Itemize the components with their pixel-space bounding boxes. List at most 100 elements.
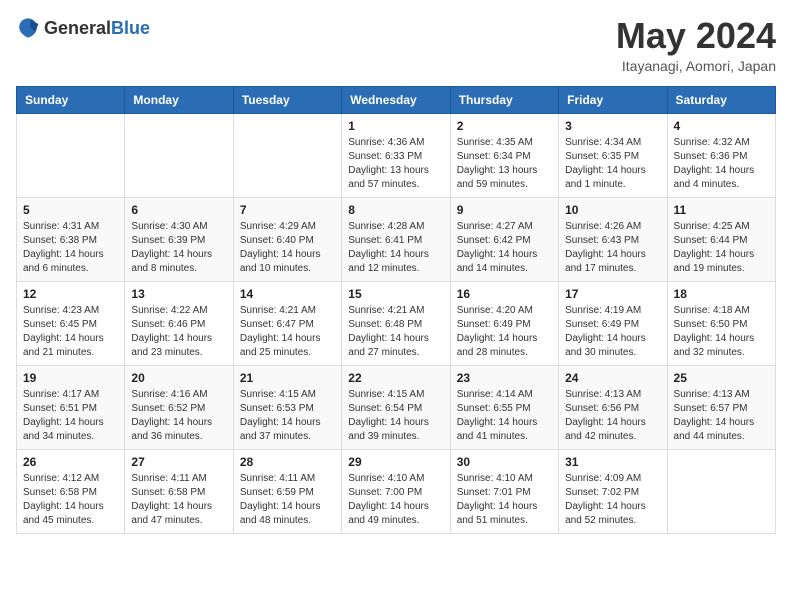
calendar-cell: 30 Sunrise: 4:10 AM Sunset: 7:01 PM Dayli… [450,449,558,533]
calendar-week-row: 1 Sunrise: 4:36 AM Sunset: 6:33 PM Daylig… [17,113,776,197]
day-info: Sunrise: 4:18 AM Sunset: 6:50 PM Dayligh… [674,304,769,360]
calendar-cell: 17 Sunrise: 4:19 AM Sunset: 6:49 PM Dayli… [559,281,667,365]
calendar-cell: 19Sunrise: 4:17 AM Sunset: 6:51 PM Dayli… [17,365,125,449]
calendar-cell: 2Sunrise: 4:35 AM Sunset: 6:34 PM Daylig… [450,113,558,197]
calendar-week-row: 12Sunrise: 4:23 AM Sunset: 6:45 PM Dayli… [17,281,776,365]
day-number: 13 [131,287,226,301]
logo-text-general: General [44,18,111,38]
day-info: Sunrise: 4:32 AM Sunset: 6:36 PM Dayligh… [674,136,769,192]
day-number: 2 [457,119,552,133]
day-number: 7 [240,203,335,217]
calendar-cell: 22Sunrise: 4:15 AM Sunset: 6:54 PM Dayli… [342,365,450,449]
day-info: Sunrise: 4:12 AM Sunset: 6:58 PM Dayligh… [23,472,118,528]
calendar-week-row: 5 Sunrise: 4:31 AM Sunset: 6:38 PM Daylig… [17,197,776,281]
day-info: Sunrise: 4:31 AM Sunset: 6:38 PM Dayligh… [23,220,118,276]
day-info: Sunrise: 4:10 AM Sunset: 7:01 PM Dayligh… [457,472,552,528]
logo: GeneralBlue [16,16,150,40]
day-number: 5 [23,203,118,217]
day-number: 29 [348,455,443,469]
day-number: 9 [457,203,552,217]
day-info: Sunrise: 4:13 AM Sunset: 6:57 PM Dayligh… [674,388,769,444]
day-number: 8 [348,203,443,217]
calendar-cell: 12Sunrise: 4:23 AM Sunset: 6:45 PM Dayli… [17,281,125,365]
day-info: Sunrise: 4:26 AM Sunset: 6:43 PM Dayligh… [565,220,660,276]
day-number: 30 [457,455,552,469]
day-of-week-header: Tuesday [233,86,341,113]
day-of-week-header: Monday [125,86,233,113]
calendar-cell [233,113,341,197]
day-info: Sunrise: 4:09 AM Sunset: 7:02 PM Dayligh… [565,472,660,528]
day-number: 4 [674,119,769,133]
day-info: Sunrise: 4:25 AM Sunset: 6:44 PM Dayligh… [674,220,769,276]
day-info: Sunrise: 4:22 AM Sunset: 6:46 PM Dayligh… [131,304,226,360]
calendar-cell: 6 Sunrise: 4:30 AM Sunset: 6:39 PM Daylig… [125,197,233,281]
day-number: 31 [565,455,660,469]
day-number: 12 [23,287,118,301]
day-number: 17 [565,287,660,301]
calendar-cell: 10 Sunrise: 4:26 AM Sunset: 6:43 PM Dayli… [559,197,667,281]
day-of-week-header: Saturday [667,86,775,113]
day-of-week-header: Friday [559,86,667,113]
calendar-cell: 26 Sunrise: 4:12 AM Sunset: 6:58 PM Dayli… [17,449,125,533]
calendar-header-row: SundayMondayTuesdayWednesdayThursdayFrid… [17,86,776,113]
day-info: Sunrise: 4:21 AM Sunset: 6:48 PM Dayligh… [348,304,443,360]
day-info: Sunrise: 4:20 AM Sunset: 6:49 PM Dayligh… [457,304,552,360]
day-info: Sunrise: 4:16 AM Sunset: 6:52 PM Dayligh… [131,388,226,444]
calendar-cell: 28 Sunrise: 4:11 AM Sunset: 6:59 PM Dayli… [233,449,341,533]
day-info: Sunrise: 4:19 AM Sunset: 6:49 PM Dayligh… [565,304,660,360]
calendar-week-row: 26 Sunrise: 4:12 AM Sunset: 6:58 PM Dayli… [17,449,776,533]
day-info: Sunrise: 4:28 AM Sunset: 6:41 PM Dayligh… [348,220,443,276]
calendar-cell: 25 Sunrise: 4:13 AM Sunset: 6:57 PM Dayli… [667,365,775,449]
calendar-cell: 16 Sunrise: 4:20 AM Sunset: 6:49 PM Dayli… [450,281,558,365]
day-info: Sunrise: 4:27 AM Sunset: 6:42 PM Dayligh… [457,220,552,276]
logo-text-blue: Blue [111,18,150,38]
calendar-table: SundayMondayTuesdayWednesdayThursdayFrid… [16,86,776,534]
calendar-cell: 18 Sunrise: 4:18 AM Sunset: 6:50 PM Dayli… [667,281,775,365]
calendar-cell: 9 Sunrise: 4:27 AM Sunset: 6:42 PM Daylig… [450,197,558,281]
calendar-cell: 29Sunrise: 4:10 AM Sunset: 7:00 PM Dayli… [342,449,450,533]
day-info: Sunrise: 4:29 AM Sunset: 6:40 PM Dayligh… [240,220,335,276]
day-number: 18 [674,287,769,301]
calendar-cell: 14Sunrise: 4:21 AM Sunset: 6:47 PM Dayli… [233,281,341,365]
day-number: 27 [131,455,226,469]
day-number: 26 [23,455,118,469]
day-number: 16 [457,287,552,301]
day-number: 20 [131,371,226,385]
logo-icon [16,16,40,40]
calendar-cell [667,449,775,533]
calendar-cell: 23Sunrise: 4:14 AM Sunset: 6:55 PM Dayli… [450,365,558,449]
day-number: 22 [348,371,443,385]
day-info: Sunrise: 4:36 AM Sunset: 6:33 PM Dayligh… [348,136,443,192]
day-info: Sunrise: 4:14 AM Sunset: 6:55 PM Dayligh… [457,388,552,444]
day-of-week-header: Wednesday [342,86,450,113]
calendar-cell: 4 Sunrise: 4:32 AM Sunset: 6:36 PM Daylig… [667,113,775,197]
day-info: Sunrise: 4:34 AM Sunset: 6:35 PM Dayligh… [565,136,660,192]
day-number: 14 [240,287,335,301]
calendar-cell [17,113,125,197]
location-title: Itayanagi, Aomori, Japan [616,58,776,74]
calendar-cell [125,113,233,197]
day-of-week-header: Thursday [450,86,558,113]
calendar-cell: 24Sunrise: 4:13 AM Sunset: 6:56 PM Dayli… [559,365,667,449]
calendar-week-row: 19Sunrise: 4:17 AM Sunset: 6:51 PM Dayli… [17,365,776,449]
day-number: 15 [348,287,443,301]
day-number: 25 [674,371,769,385]
calendar-cell: 15 Sunrise: 4:21 AM Sunset: 6:48 PM Dayli… [342,281,450,365]
day-info: Sunrise: 4:11 AM Sunset: 6:58 PM Dayligh… [131,472,226,528]
day-info: Sunrise: 4:11 AM Sunset: 6:59 PM Dayligh… [240,472,335,528]
day-number: 1 [348,119,443,133]
calendar-cell: 31 Sunrise: 4:09 AM Sunset: 7:02 PM Dayli… [559,449,667,533]
day-number: 3 [565,119,660,133]
day-info: Sunrise: 4:30 AM Sunset: 6:39 PM Dayligh… [131,220,226,276]
day-number: 10 [565,203,660,217]
day-number: 28 [240,455,335,469]
calendar-cell: 13 Sunrise: 4:22 AM Sunset: 6:46 PM Dayli… [125,281,233,365]
month-title: May 2024 [616,16,776,56]
day-info: Sunrise: 4:13 AM Sunset: 6:56 PM Dayligh… [565,388,660,444]
calendar-cell: 7 Sunrise: 4:29 AM Sunset: 6:40 PM Daylig… [233,197,341,281]
page-header: GeneralBlue May 2024 Itayanagi, Aomori, … [16,16,776,74]
day-number: 21 [240,371,335,385]
day-number: 6 [131,203,226,217]
calendar-cell: 27 Sunrise: 4:11 AM Sunset: 6:58 PM Dayli… [125,449,233,533]
calendar-cell: 8 Sunrise: 4:28 AM Sunset: 6:41 PM Daylig… [342,197,450,281]
